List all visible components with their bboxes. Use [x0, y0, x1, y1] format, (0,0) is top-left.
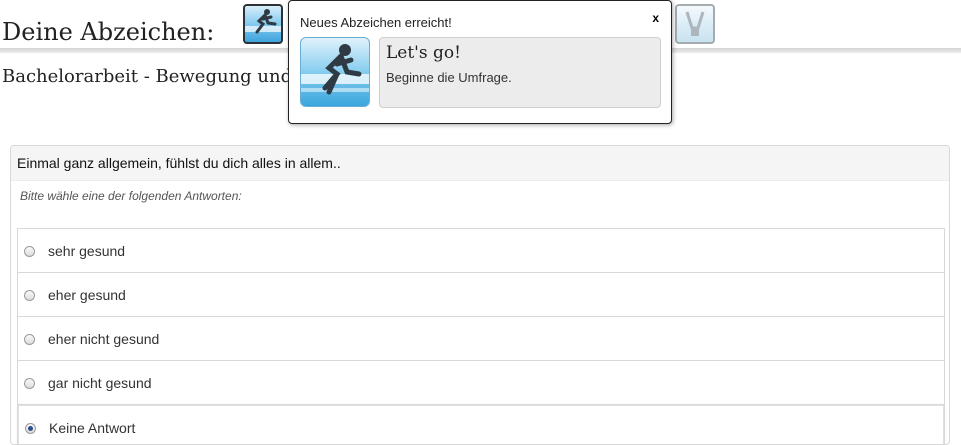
- badge-description: Beginne die Umfrage.: [386, 70, 512, 85]
- radio-button[interactable]: [24, 246, 35, 257]
- badge-info-card: Let's go! Beginne die Umfrage.: [379, 37, 661, 108]
- badge-name: Let's go!: [386, 43, 461, 63]
- answer-list: sehr gesund eher gesund eher nicht gesun…: [17, 228, 945, 444]
- radio-button[interactable]: [24, 378, 35, 389]
- badge-earned-popup: Neues Abzeichen erreicht! x Let's go! Be…: [288, 0, 672, 124]
- close-icon[interactable]: x: [652, 11, 659, 25]
- answer-option[interactable]: eher gesund: [18, 273, 944, 317]
- answer-label[interactable]: eher nicht gesund: [48, 331, 159, 347]
- answer-label[interactable]: sehr gesund: [48, 243, 125, 259]
- answer-option-selected[interactable]: Keine Antwort: [18, 405, 944, 444]
- question-text: Einmal ganz allgemein, fühlst du dich al…: [11, 146, 949, 181]
- answer-label[interactable]: eher gesund: [48, 287, 126, 303]
- answer-option[interactable]: eher nicht gesund: [18, 317, 944, 361]
- answer-label[interactable]: Keine Antwort: [49, 420, 135, 436]
- radio-button[interactable]: [24, 290, 35, 301]
- runner-badge-icon[interactable]: [243, 4, 283, 44]
- answer-option[interactable]: gar nicht gesund: [18, 361, 944, 405]
- answer-label[interactable]: gar nicht gesund: [48, 375, 152, 391]
- answer-option[interactable]: sehr gesund: [18, 229, 944, 273]
- question-help-text: Bitte wähle eine der folgenden Antworten…: [20, 189, 242, 203]
- runner-badge-icon: [300, 37, 370, 107]
- popup-heading: Neues Abzeichen erreicht!: [300, 15, 452, 30]
- trophy-badge-icon[interactable]: [675, 4, 715, 44]
- radio-button[interactable]: [24, 334, 35, 345]
- badges-heading: Deine Abzeichen:: [2, 18, 215, 46]
- question-panel: Einmal ganz allgemein, fühlst du dich al…: [10, 145, 950, 445]
- survey-title: Bachelorarbeit - Bewegung und: [2, 66, 293, 87]
- radio-button-checked[interactable]: [25, 423, 36, 434]
